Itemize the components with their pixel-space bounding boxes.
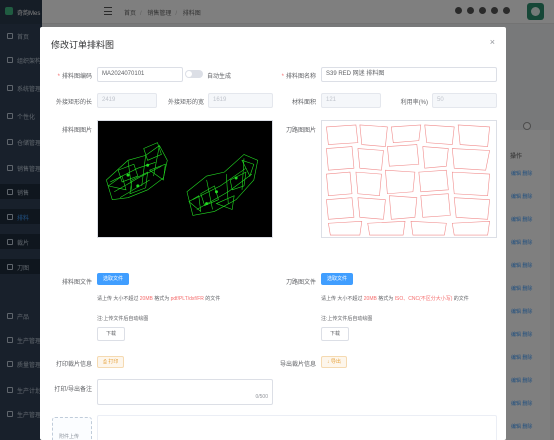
nesting-upload-tip: 请上传 大小不超过 20MB 格式为 pdf/PLT/dxf/FR 的文件 xyxy=(97,296,221,302)
outer-width-label: 外接矩形的宽 xyxy=(167,100,204,106)
knife-file-label: 刀路图文件 xyxy=(285,280,316,286)
knife-select-file-button[interactable]: 选取文件 xyxy=(321,273,354,285)
nesting-file-label: 排料图文件 xyxy=(61,280,92,286)
outer-length-input: 2419 xyxy=(97,93,157,108)
export-info-label: 导出裁片信息 xyxy=(279,362,316,368)
nesting-drawing xyxy=(106,142,259,216)
print-info-label: 打印裁片信息 xyxy=(55,362,92,368)
utilization-label: 利用率(%) xyxy=(400,100,428,106)
utilization-input: 50 xyxy=(432,93,497,108)
printer-icon: ⎙ xyxy=(103,359,108,365)
nesting-image-label: 排料图图片 xyxy=(61,128,92,134)
name-input[interactable]: S39 RED 网迷 排料图 xyxy=(321,67,497,82)
remark-label: 打印/导出备注 xyxy=(54,387,92,393)
outer-width-input: 1619 xyxy=(208,93,273,108)
code-input[interactable]: MA2024070101 xyxy=(97,67,183,82)
auto-generate-toggle[interactable] xyxy=(185,70,203,78)
auto-generate-label: 自动生成 xyxy=(207,74,232,80)
code-label: * 排料图编码 xyxy=(57,74,92,80)
knife-upload-note: 注:上传文件后自动绘图 xyxy=(321,316,373,322)
edit-nesting-dialog: 修改订单排料图 × * 排料图编码 MA2024070101 自动生成 * 排料图名… xyxy=(40,27,506,440)
nesting-download-button[interactable]: 下载 xyxy=(97,327,126,341)
name-label: * 排料图名称 xyxy=(281,74,316,80)
export-button[interactable]: ↓ 导出 xyxy=(321,356,347,368)
download-icon: ↓ xyxy=(327,359,330,365)
material-area-input: 121 xyxy=(321,93,381,108)
close-icon[interactable]: × xyxy=(490,37,495,47)
material-area-label: 材料面积 xyxy=(291,100,316,106)
attachment-upload-label: 附件上传 xyxy=(59,434,80,440)
knife-upload-tip: 请上传 大小不超过 20MB 格式为 ISO、CNC(不区分大小写) 的文件 xyxy=(321,296,469,302)
outer-length-label: 外接矩形的长 xyxy=(55,100,92,106)
nesting-upload-note: 注:上传文件后自动绘图 xyxy=(97,316,149,322)
dialog-title: 修改订单排料图 xyxy=(51,40,115,50)
knife-download-button[interactable]: 下载 xyxy=(321,327,350,341)
knife-drawing xyxy=(326,124,490,236)
nesting-select-file-button[interactable]: 选取文件 xyxy=(97,273,130,285)
nesting-image-preview xyxy=(97,120,273,238)
print-button[interactable]: ⎙ 打印 xyxy=(97,356,125,368)
knife-image-label: 刀路图图片 xyxy=(285,128,316,134)
knife-image-preview xyxy=(321,120,497,238)
remark-textarea[interactable]: 0/500 xyxy=(97,379,273,405)
remark-char-count: 0/500 xyxy=(255,394,268,400)
attachment-area xyxy=(97,415,497,440)
